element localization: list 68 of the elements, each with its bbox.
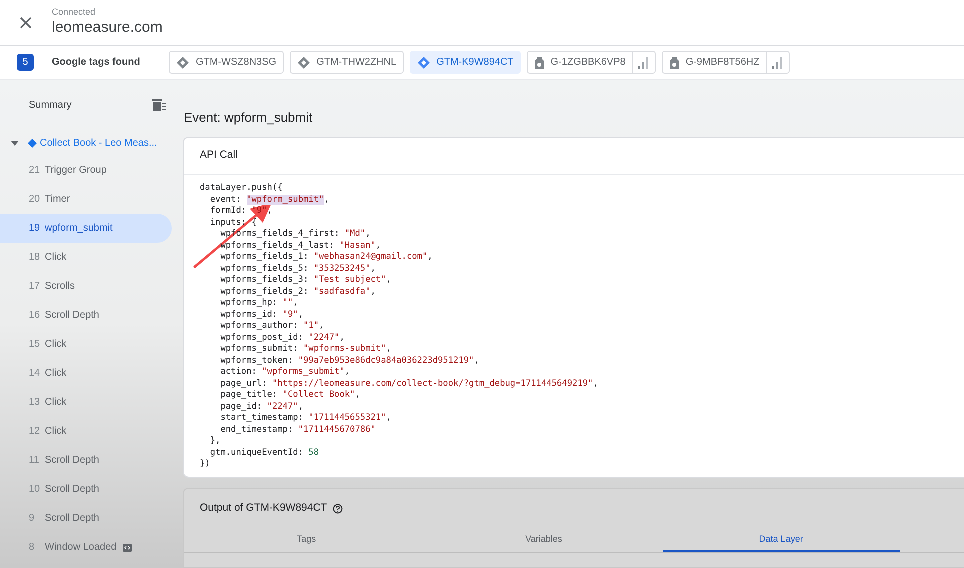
diamond-icon [28,138,37,148]
help-icon[interactable] [333,504,344,514]
close-icon[interactable] [20,16,32,28]
code-line: wpforms_fields_4_last: "Hasan", [220,240,382,252]
caret-icon [11,140,19,146]
code-line: wpforms_id: "9", [220,310,305,322]
diamond-icon [296,56,311,70]
event-item[interactable]: 8 Window Loaded [0,533,172,562]
event-title: Event: wpform_submit [183,109,314,127]
event-item[interactable]: 11 Scroll Depth [0,446,172,475]
event-item[interactable]: 15 Click [0,330,172,359]
code-line: wpforms_token: "99a7eb953e86dc9a84a036223d951219", [220,356,480,368]
code-line: wpforms_fields_5: "353253245", [220,264,377,275]
code-line: gtm.uniqueEventId: 58 [209,448,320,460]
code-line: wpforms_fields_3: "Test subject", [220,275,392,287]
event-item[interactable]: 17 Scrolls [0,272,172,301]
code-line: wpforms_fields_2: "sadfasdfa", [220,286,377,298]
event-item[interactable]: 21 Trigger Group [0,156,172,185]
output-tab[interactable]: Tags [188,528,426,552]
output-tab[interactable]: Variables [425,528,663,552]
page-item[interactable]: Collect Book - Leo Meas... [0,130,183,156]
tag-chip[interactable]: GTM-WSZ8N3SG [169,51,284,74]
event-item[interactable]: 10 Scroll Depth [0,475,172,504]
code-line: inputs: { [209,218,258,229]
tag-chip[interactable]: G-1ZGBBK6VP8 [526,51,656,74]
code-line: }, [209,436,222,448]
code-line: formId: "9", [209,206,274,218]
code-line: wpforms_post_id: "2247", [220,332,346,344]
connection-status: Connected [52,7,97,18]
tag-icon [534,56,545,70]
event-item[interactable]: 16 Scroll Depth [0,301,172,330]
code-line: page_id: "2247", [220,402,304,414]
code-line: event: "wpform_submit", [209,194,330,206]
event-item[interactable]: 14 Click [0,359,172,388]
domain-title: leomeasure.com [52,18,163,38]
tag-count-badge: 5 [17,54,34,71]
bar-chart-icon [638,56,649,68]
event-item[interactable]: 13 Click [0,388,172,417]
tag-chip[interactable]: GTM-THW2ZHNL [290,51,404,74]
code-line: }) [200,459,212,471]
code-line: wpforms_submit: "wpforms-submit", [220,344,392,356]
code-line: end_timestamp: "1711445670786" [220,424,377,436]
event-item[interactable]: 19 wpform_submit [0,214,172,243]
code-line: wpforms_fields_1: "webhasan24@gmail.com", [220,252,434,264]
page-title: Collect Book - Leo Meas... [40,136,158,150]
code-line: start_timestamp: "1711445655321", [220,413,392,425]
diamond-icon [416,56,431,70]
code-line: wpforms_hp: "", [220,298,300,310]
clear-list-icon[interactable] [152,99,166,111]
bar-chart-icon [772,56,783,68]
summary-link[interactable]: Summary [29,98,72,112]
code-line: page_url: "https://leomeasure.com/collect-book/?gtm_debug=1711445649219", [220,378,600,390]
output-tab[interactable]: Data Layer [662,528,900,552]
code-line: wpforms_author: "1", [220,321,326,333]
event-item[interactable]: 20 Timer [0,185,172,214]
event-item[interactable]: 12 Click [0,417,172,446]
event-item[interactable]: 9 Scroll Depth [0,504,172,533]
event-item[interactable]: 18 Click [0,243,172,272]
tags-found-label: Google tags found [52,56,142,70]
code-line: dataLayer.push({ [200,183,284,195]
tag-chip[interactable]: GTM-K9W894CT [410,51,521,74]
tag-icon [668,56,680,70]
output-title: Output of GTM-K9W894CT [200,501,328,516]
diamond-icon [176,56,190,70]
card-title: API Call [200,148,238,164]
code-line: action: "wpforms_submit", [220,367,352,379]
code-line: page_title: "Collect Book", [220,390,362,402]
tag-chip[interactable]: G-9MBF8T56HZ [662,51,790,74]
